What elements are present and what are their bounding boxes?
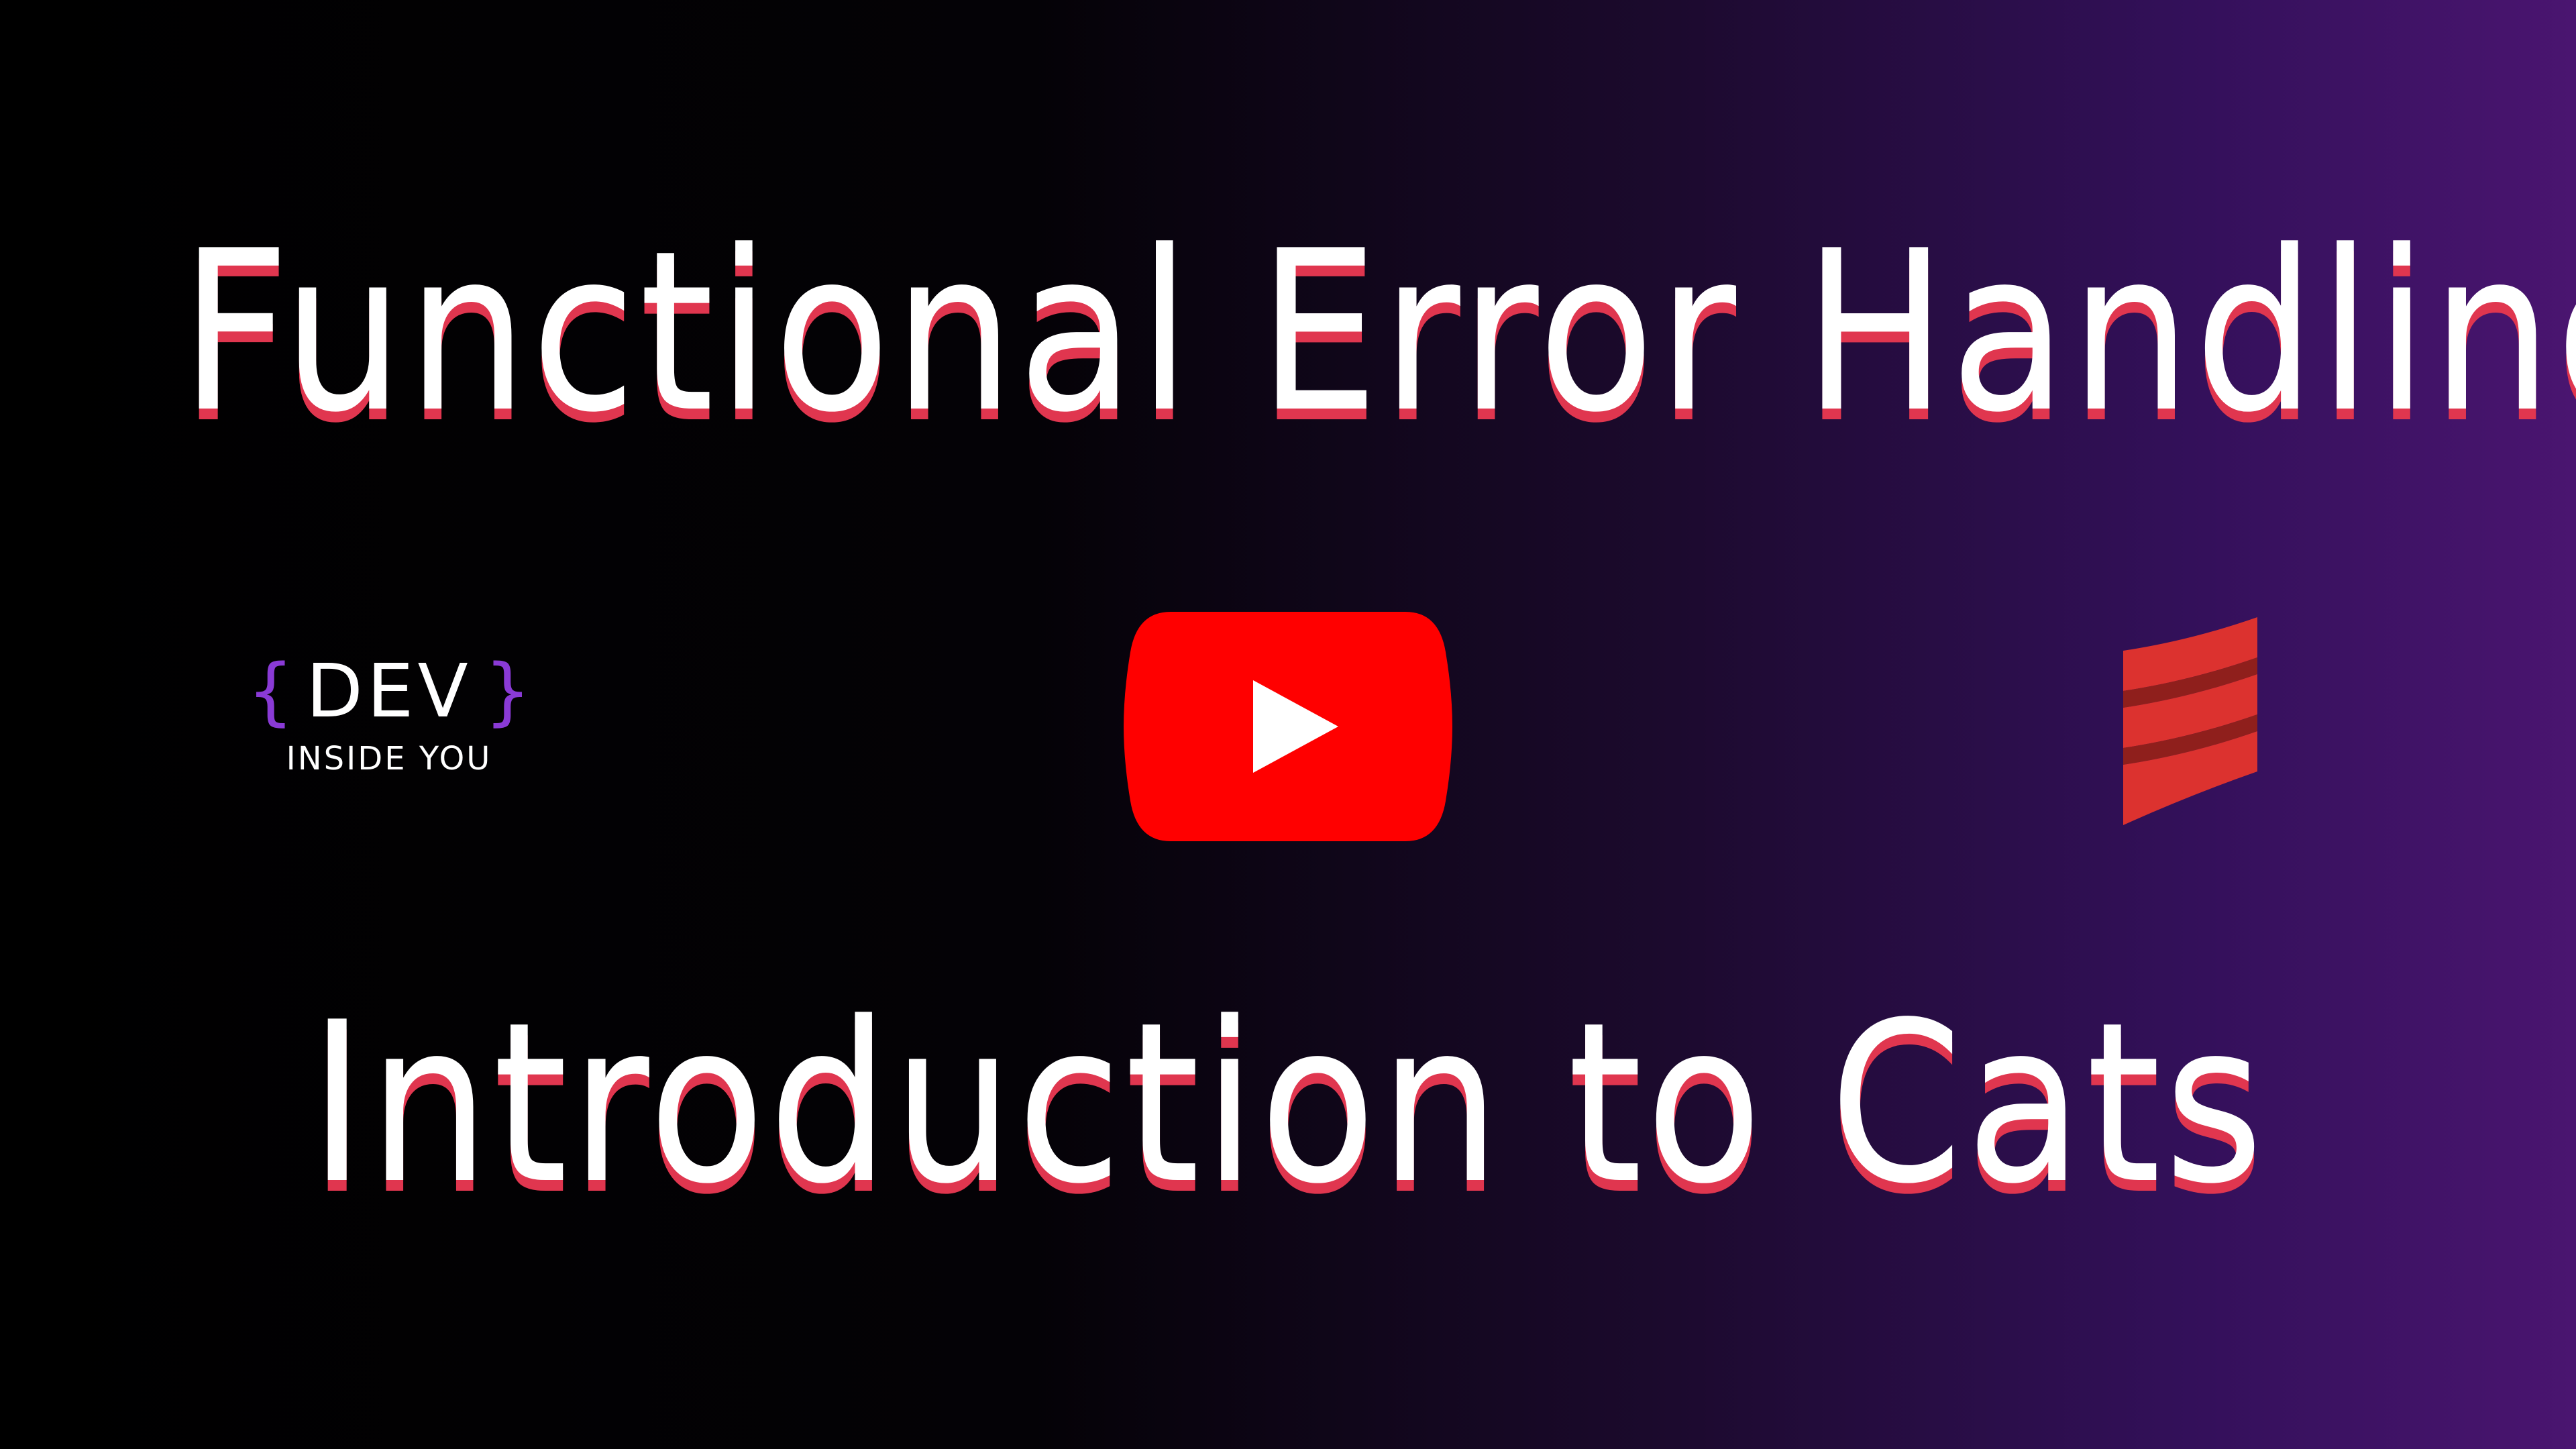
thumbnail-canvas: Functional Error Handling { DEV } INSIDE… (0, 0, 2576, 1449)
youtube-play-icon (1124, 612, 1452, 841)
close-brace: } (484, 648, 531, 734)
scala-logo-icon (2123, 617, 2257, 825)
open-brace: { (247, 648, 294, 734)
dev-inside-you-logo: { DEV } INSIDE YOU (247, 648, 531, 802)
main-title: Functional Error Handling (180, 203, 2576, 461)
dev-logo-tagline: INSIDE YOU (286, 740, 492, 777)
scala-logo-shapes (2123, 617, 2257, 825)
subtitle: Introduction to Cats (309, 975, 2267, 1232)
dev-logo-name: DEV (306, 648, 472, 734)
dev-logo-wordmark: { DEV } (247, 648, 531, 734)
